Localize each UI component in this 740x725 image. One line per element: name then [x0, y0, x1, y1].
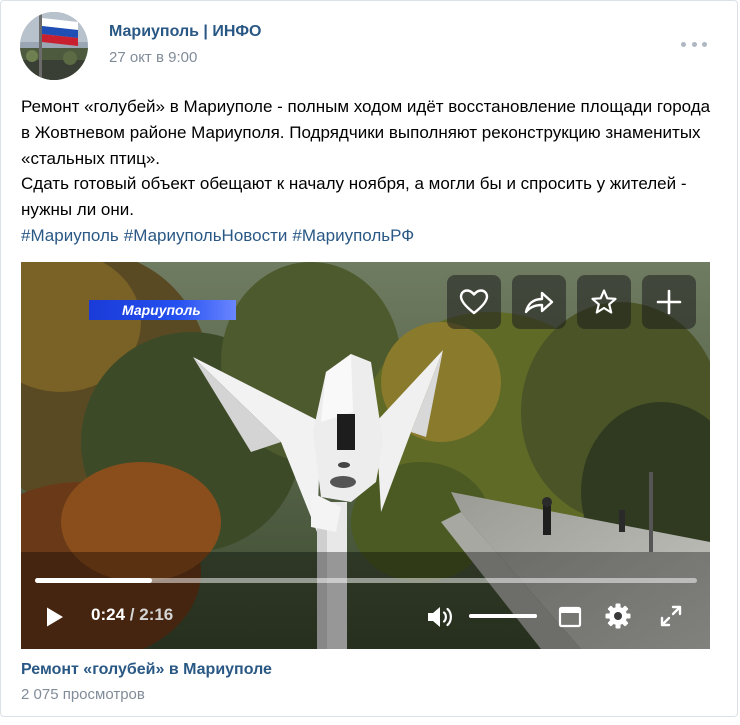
post-paragraph-1: Ремонт «голубей» в Мариуполе - полным хо… — [21, 97, 711, 168]
duration: 2:16 — [139, 605, 174, 624]
fullscreen-button[interactable] — [657, 602, 685, 630]
hashtags: #Мариуполь #МариупольНовости #МариупольРФ — [21, 223, 721, 249]
share-button[interactable] — [512, 275, 566, 329]
star-icon — [591, 289, 617, 314]
dot — [691, 41, 697, 47]
post-text: Ремонт «голубей» в Мариуполе - полным хо… — [21, 94, 721, 249]
favorite-button[interactable] — [577, 275, 631, 329]
add-button[interactable] — [642, 275, 696, 329]
channel-caption: Мариуполь — [89, 300, 236, 320]
hashtag-link[interactable]: #МариупольНовости — [124, 226, 288, 245]
video-player[interactable]: Мариуполь 0:24 / 2:16 — [21, 262, 710, 649]
plus-icon — [656, 289, 682, 315]
dot — [702, 41, 707, 47]
dot — [681, 41, 686, 47]
gear-icon — [605, 603, 631, 629]
current-time: 0:24 — [91, 605, 126, 624]
like-button[interactable] — [447, 275, 501, 329]
post-card: Мариуполь | ИНФО 27 окт в 9:00 Ремонт «г… — [0, 0, 738, 717]
miniplayer-icon — [558, 606, 582, 628]
play-icon — [47, 607, 63, 627]
author-name[interactable]: Мариуполь | ИНФО — [109, 23, 262, 41]
progress-bar-fill — [35, 578, 152, 583]
post-paragraph-2: Сдать готовый объект обещают к началу но… — [21, 174, 687, 220]
settings-button[interactable] — [603, 601, 633, 631]
avatar[interactable] — [20, 12, 88, 80]
volume-slider-fill — [469, 614, 537, 618]
heart-icon — [459, 289, 489, 315]
post-date[interactable]: 27 окт в 9:00 — [109, 49, 197, 66]
progress-bar[interactable] — [35, 578, 697, 583]
hashtag-link[interactable]: #Мариуполь — [21, 226, 119, 245]
time-separator: / — [129, 605, 135, 624]
share-arrow-icon — [524, 291, 554, 314]
volume-icon — [428, 607, 452, 627]
play-button[interactable] — [41, 602, 69, 632]
avatar-flag-icon — [20, 12, 88, 80]
volume-button[interactable] — [423, 602, 457, 632]
fullscreen-icon — [660, 605, 682, 627]
video-title-link[interactable]: Ремонт «голубей» в Мариуполе — [21, 661, 272, 679]
more-dots-icon[interactable] — [681, 34, 707, 54]
miniplayer-button[interactable] — [556, 603, 584, 631]
time-display: 0:24 / 2:16 — [91, 605, 173, 625]
hashtag-link[interactable]: #МариупольРФ — [292, 226, 414, 245]
view-count: 2 075 просмотров — [21, 686, 145, 703]
volume-slider[interactable] — [469, 614, 537, 618]
